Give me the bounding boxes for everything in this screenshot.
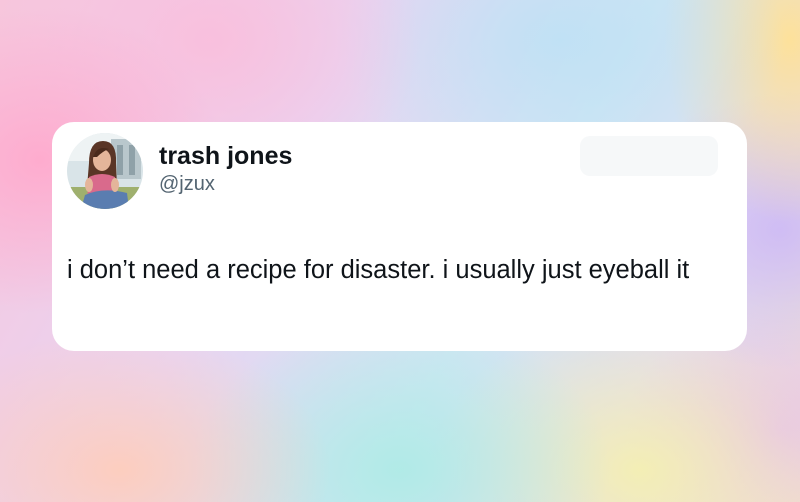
avatar[interactable] [67, 133, 143, 209]
post-card: trash jones @jzux i don’t need a recipe … [52, 122, 747, 351]
avatar-photo [67, 133, 143, 209]
author-name[interactable]: trash jones [159, 142, 292, 171]
post-text: i don’t need a recipe for disaster. i us… [67, 256, 690, 284]
author-handle[interactable]: @jzux [159, 173, 215, 196]
blurred-overlay [580, 136, 718, 176]
